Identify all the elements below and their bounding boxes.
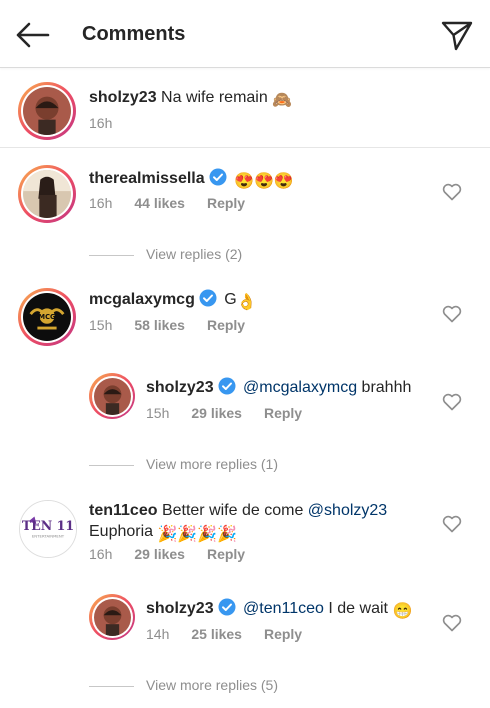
grin-emoji: 😁 <box>392 603 413 620</box>
comment-time: 14h <box>146 626 170 642</box>
avatar[interactable] <box>89 373 135 419</box>
avatar-image <box>93 377 131 415</box>
username[interactable]: ten11ceo <box>89 502 157 519</box>
comment-text-line2: Euphoria <box>89 523 154 540</box>
reply-button[interactable]: Reply <box>207 317 245 333</box>
avatar-image <box>23 170 71 218</box>
heart-icon[interactable] <box>442 393 462 411</box>
post-caption: sholzy23 Na wife remain 🙈 16h <box>0 68 490 148</box>
avatar[interactable] <box>18 165 76 223</box>
comment-time: 16h <box>89 115 113 131</box>
mention-link[interactable]: @ten11ceo <box>243 600 324 617</box>
heart-icon[interactable] <box>442 305 462 323</box>
likes-count[interactable]: 58 likes <box>134 317 185 333</box>
heart-icon[interactable] <box>442 183 462 201</box>
divider <box>89 254 134 256</box>
verified-badge-icon <box>218 598 236 616</box>
view-replies-button[interactable]: View replies (2) <box>89 246 242 262</box>
mention-link[interactable]: @mcgalaxymcg <box>243 379 357 396</box>
top-bar: Comments <box>0 0 490 68</box>
comment-time: 16h <box>89 546 113 562</box>
username[interactable]: sholzy23 <box>89 89 157 106</box>
avatar-image: MCG <box>23 293 71 341</box>
arrow-left-icon[interactable] <box>14 20 50 50</box>
reply-button[interactable]: Reply <box>264 626 302 642</box>
party-popper-emoji: 🎉🎉🎉🎉 <box>157 526 238 543</box>
monkey-emoji: 🙈 <box>272 92 293 109</box>
paper-plane-icon[interactable] <box>440 18 474 52</box>
heart-icon[interactable] <box>442 614 462 632</box>
comment-time: 15h <box>146 405 170 421</box>
reply-button[interactable]: Reply <box>207 195 245 211</box>
comment-time: 15h <box>89 317 113 333</box>
comment-text: brahhh <box>361 379 412 396</box>
reply-button[interactable]: Reply <box>207 546 245 562</box>
comment-text: G <box>224 291 237 308</box>
avatar-image <box>23 87 71 135</box>
heart-eyes-emoji: 😍😍😍 <box>234 173 294 190</box>
view-replies-button[interactable]: View more replies (5) <box>89 677 278 693</box>
avatar[interactable]: MCG <box>18 288 76 346</box>
reply-button[interactable]: Reply <box>264 405 302 421</box>
ok-hand-emoji: 👌 <box>236 294 257 311</box>
divider <box>89 464 134 466</box>
mention-link[interactable]: @sholzy23 <box>308 502 387 519</box>
divider <box>89 685 134 687</box>
svg-text:MCG: MCG <box>38 313 56 321</box>
comment-text: I de wait <box>328 600 388 617</box>
heart-icon[interactable] <box>442 515 462 533</box>
comment-text: Na wife remain <box>161 89 268 106</box>
comment-text: Better wife de come <box>161 502 304 519</box>
avatar[interactable]: TEN 11 ENTERTAINMENT <box>19 500 77 558</box>
avatar[interactable] <box>18 82 76 140</box>
comment-time: 16h <box>89 195 113 211</box>
avatar-logo-text: TEN 11 <box>22 518 74 533</box>
page-title: Comments <box>82 23 186 45</box>
avatar-logo-subtext: ENTERTAINMENT <box>32 534 65 539</box>
likes-count[interactable]: 25 likes <box>191 626 242 642</box>
verified-badge-icon <box>209 168 227 186</box>
username[interactable]: therealmissella <box>89 170 205 187</box>
view-replies-button[interactable]: View more replies (1) <box>89 456 278 472</box>
username[interactable]: sholzy23 <box>146 379 214 396</box>
likes-count[interactable]: 29 likes <box>134 546 185 562</box>
avatar[interactable] <box>89 594 135 640</box>
verified-badge-icon <box>199 289 217 307</box>
avatar-image <box>93 598 131 636</box>
username[interactable]: mcgalaxymcg <box>89 291 195 308</box>
likes-count[interactable]: 29 likes <box>191 405 242 421</box>
likes-count[interactable]: 44 likes <box>134 195 185 211</box>
username[interactable]: sholzy23 <box>146 600 214 617</box>
verified-badge-icon <box>218 377 236 395</box>
avatar-image: TEN 11 ENTERTAINMENT <box>20 501 76 557</box>
